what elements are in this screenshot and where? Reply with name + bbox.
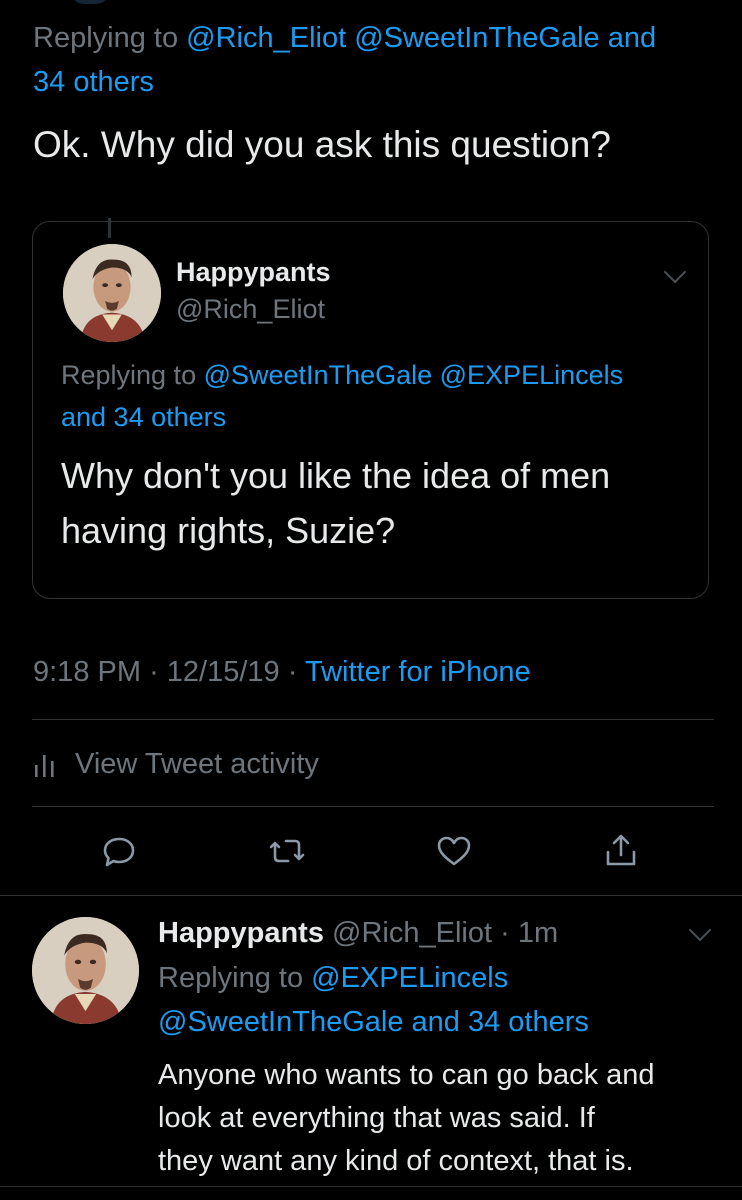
replying-to-mentions[interactable]: @SweetInTheGale @EXPELincels [204, 360, 624, 390]
divider [0, 1186, 742, 1187]
quote-replying-to-others[interactable]: and 34 others [61, 396, 226, 438]
replying-to-others[interactable]: 34 others [33, 60, 154, 104]
separator-dot: · [149, 656, 159, 688]
reply-age: 1m [517, 917, 559, 949]
quote-handle[interactable]: @Rich_Eliot [176, 294, 325, 325]
separator-dot: · [287, 656, 298, 688]
reply-handle[interactable]: @Rich_Eliot [332, 917, 492, 949]
replying-prefix: Replying to [61, 360, 197, 390]
replying-prefix: Replying to [158, 962, 304, 994]
bar-chart-icon [35, 755, 54, 777]
previous-tweet-avatar[interactable] [70, 0, 110, 4]
reply-replying-to-others[interactable]: @SweetInTheGale and 34 others [158, 1001, 589, 1043]
avatar-image [63, 244, 161, 342]
reply-author-avatar[interactable] [32, 917, 139, 1024]
reply-icon [103, 837, 135, 867]
reply-text-line2: look at everything that was said. If [158, 1102, 595, 1134]
divider [32, 806, 714, 807]
quote-tweet-text-line2: having rights, Suzie? [61, 510, 396, 551]
quote-author-avatar[interactable] [63, 244, 161, 342]
tweet-source-link[interactable]: Twitter for iPhone [305, 656, 531, 688]
retweet-button[interactable] [262, 826, 312, 876]
reply-replying-to: Replying to @EXPELincels [158, 957, 508, 999]
separator-dot: · [500, 917, 510, 949]
main-replying-to: Replying to @Rich_Eliot @SweetInTheGale … [33, 16, 656, 60]
share-button[interactable] [596, 826, 646, 876]
main-tweet-text: Ok. Why did you ask this question? [33, 124, 611, 165]
replying-to-mentions[interactable]: @EXPELincels [311, 962, 508, 994]
reply-display-name[interactable]: Happypants [158, 917, 324, 949]
quote-replying-to: Replying to @SweetInTheGale @EXPELincels [61, 354, 623, 396]
avatar-image [32, 917, 139, 1024]
replying-to-mentions[interactable]: @Rich_Eliot @SweetInTheGale and [186, 22, 656, 54]
replying-prefix: Replying to [33, 22, 179, 54]
reply-tweet-text: Anyone who wants to can go back and look… [158, 1054, 655, 1183]
tweet-date: 12/15/19 [166, 656, 280, 688]
reply-button[interactable] [94, 826, 144, 876]
like-icon [437, 836, 471, 866]
like-button[interactable] [429, 826, 479, 876]
retweet-icon [269, 839, 305, 863]
share-icon [606, 834, 636, 866]
quote-tweet-text-line1: Why don't you like the idea of men [61, 455, 611, 496]
quoted-tweet-card[interactable]: Happypants @Rich_Eliot Replying to @Swee… [32, 221, 709, 599]
tweet-timestamp: 9:18 PM · 12/15/19 · Twitter for iPhone [33, 652, 531, 692]
view-tweet-activity[interactable]: View Tweet activity [33, 742, 319, 786]
reply-text-line1: Anyone who wants to can go back and [158, 1059, 655, 1091]
tweet-time: 9:18 PM [33, 656, 141, 688]
reply-header: Happypants @Rich_Eliot · 1m [158, 912, 558, 954]
quote-more-chevron-icon[interactable] [663, 260, 687, 284]
view-tweet-activity-label: View Tweet activity [75, 747, 319, 780]
reply-more-chevron-icon[interactable] [688, 918, 712, 942]
divider [0, 895, 742, 896]
reply-text-line3: they want any kind of context, that is. [158, 1145, 634, 1177]
quote-display-name[interactable]: Happypants [176, 257, 331, 288]
divider [32, 719, 714, 720]
